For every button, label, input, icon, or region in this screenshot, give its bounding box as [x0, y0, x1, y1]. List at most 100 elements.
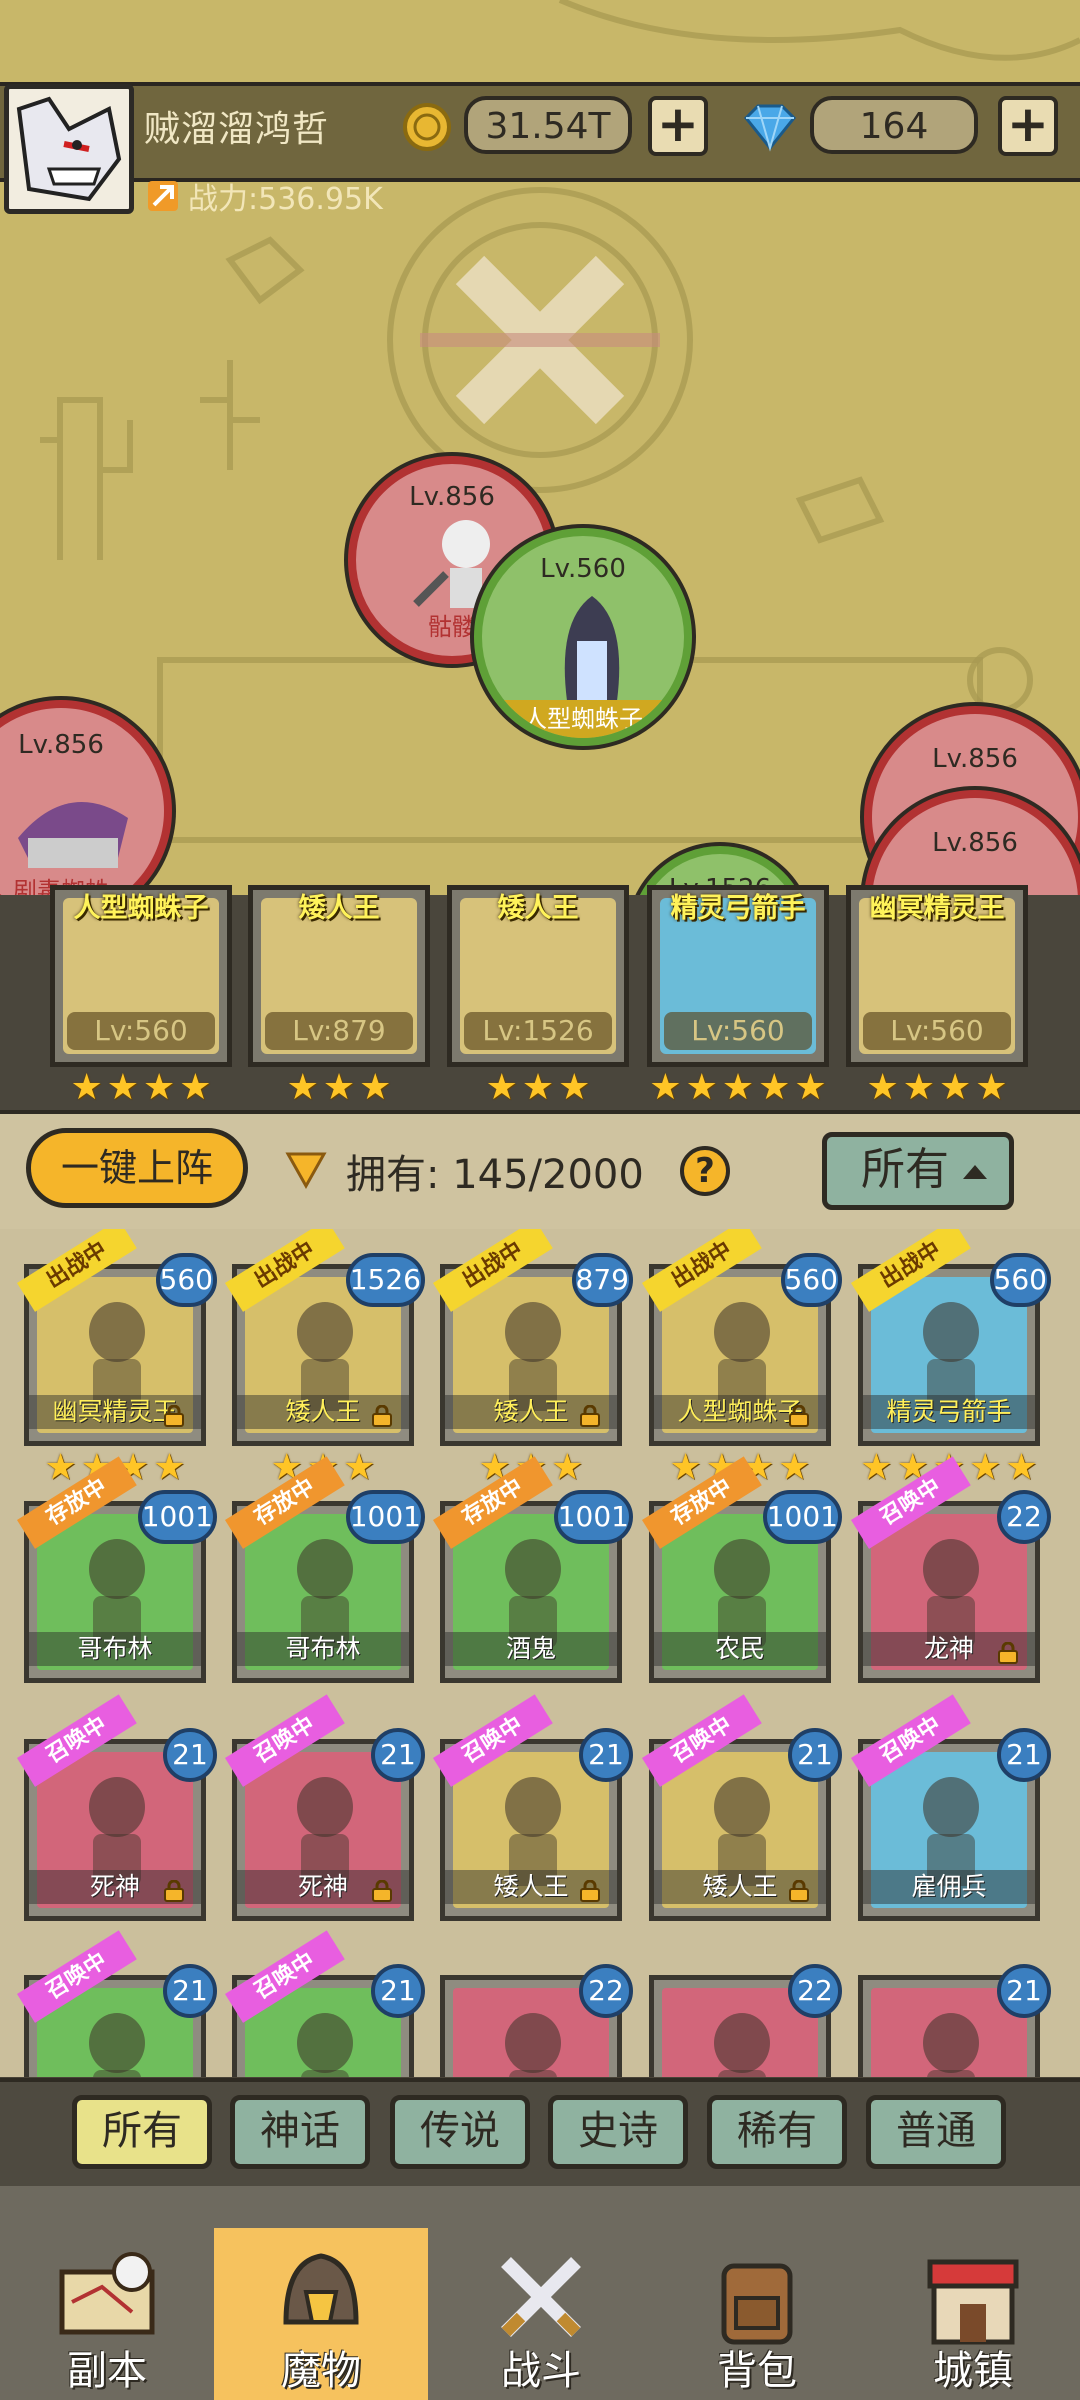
monster-card[interactable]: 出战中 560 人型蜘蛛子 — [642, 1229, 842, 1446]
monster-card[interactable]: 22 — [440, 1964, 633, 2077]
star-icon: ★ — [143, 1067, 176, 1108]
monster-card[interactable]: 召唤中 22 龙神 — [851, 1456, 1051, 1683]
team-slot[interactable]: 幽冥精灵王 Lv:560 — [846, 885, 1028, 1067]
rarity-tab-legendary[interactable]: 传说 — [390, 2095, 530, 2169]
crossed-swords-icon — [501, 2257, 581, 2337]
lock-icon[interactable] — [579, 1880, 601, 1902]
star-icon: ★ — [794, 1067, 827, 1108]
add-diamond-button[interactable]: + — [998, 96, 1058, 156]
lock-icon[interactable] — [788, 1880, 810, 1902]
star-icon: ★ — [70, 1067, 103, 1108]
star-icon: ★ — [866, 1067, 899, 1108]
star-icon: ★ — [975, 1067, 1008, 1108]
monster-card[interactable]: 出战中 560 精灵弓箭手 — [851, 1229, 1051, 1446]
monster-card[interactable]: 存放中 1001 哥布林 — [17, 1456, 217, 1683]
star-icon: ★ — [1005, 1447, 1038, 1488]
star-icon: ★ — [521, 1067, 555, 1108]
star-icon: ★ — [551, 1447, 584, 1488]
star-icon: ★ — [669, 1447, 702, 1488]
monster-card[interactable]: 出战中 1526 矮人王 — [225, 1229, 425, 1446]
wolf-avatar-icon — [16, 96, 122, 202]
owned-count: 拥有: 145/2000 — [346, 1152, 644, 1198]
chevron-up-icon — [963, 1165, 987, 1179]
player-name: 贼溜溜鸿哲 — [144, 109, 330, 150]
team-slot[interactable]: 精灵弓箭手 Lv:560 — [647, 885, 829, 1067]
monster-name: 酒鬼 — [445, 1632, 617, 1666]
star-icon: ★ — [721, 1067, 755, 1108]
team-slot[interactable]: 矮人王 Lv:879 — [248, 885, 430, 1067]
enemy-bubble-poison-spider[interactable]: Lv.856 剧毒蜘蛛 — [0, 700, 172, 905]
monster-card[interactable]: 召唤中 21 — [225, 1930, 425, 2077]
auto-deploy-button[interactable]: 一键上阵 — [26, 1128, 248, 1208]
star-icon: ★ — [558, 1067, 591, 1108]
team-slot-stars: ★ ★ ★ ★ — [846, 1070, 1028, 1106]
rarity-tab-rare[interactable]: 稀有 — [707, 2095, 847, 2169]
level-badge: 560 — [989, 1253, 1051, 1307]
monster-card[interactable]: 召唤中 21 雇佣兵 — [851, 1694, 1051, 1921]
power-value: 战力:536.95K — [188, 182, 383, 217]
team-slot[interactable]: 矮人王 Lv:1526 — [447, 885, 629, 1067]
arrow-down-icon — [285, 1152, 327, 1190]
monster-card[interactable]: 召唤中 21 — [17, 1930, 217, 2077]
level-badge: 1526 — [345, 1253, 425, 1307]
monster-card[interactable]: 21 — [858, 1964, 1051, 2077]
star-icon: ★ — [286, 1067, 319, 1108]
monster-card[interactable]: 召唤中 21 死神 — [17, 1694, 217, 1921]
lock-icon[interactable] — [163, 1880, 185, 1902]
lock-icon[interactable] — [579, 1405, 601, 1427]
star-icon: ★ — [44, 1447, 77, 1488]
lock-icon[interactable] — [371, 1880, 393, 1902]
level-badge: 1001 — [553, 1490, 633, 1544]
monster-card[interactable]: 出战中 560 幽冥精灵王 — [17, 1229, 217, 1446]
team-slot-stars: ★ ★ ★ ★ — [50, 1070, 232, 1106]
star-icon: ★ — [778, 1447, 811, 1488]
gold-coin-icon — [403, 103, 451, 151]
monster-card[interactable]: 22 — [649, 1964, 842, 2077]
level-badge: 1001 — [345, 1490, 425, 1544]
monster-name: 农民 — [654, 1632, 826, 1666]
monster-card[interactable]: 存放中 1001 酒鬼 — [433, 1456, 633, 1683]
star-icon: ★ — [758, 1067, 791, 1108]
nav-battle[interactable]: 战斗 — [434, 2228, 648, 2400]
help-icon[interactable]: ? — [680, 1146, 730, 1196]
monster-collection-grid[interactable]: 出战中560幽冥精灵王★★★★出战中1526矮人王★★★出战中879矮人王★★★… — [0, 1229, 1080, 2077]
team-slot[interactable]: 人型蜘蛛子 Lv:560 — [50, 885, 232, 1067]
star-icon: ★ — [179, 1067, 212, 1108]
level-badge: 21 — [997, 1728, 1051, 1782]
star-icon: ★ — [106, 1067, 139, 1108]
lock-icon[interactable] — [371, 1405, 393, 1427]
level-badge: 22 — [788, 1964, 842, 2018]
star-icon: ★ — [939, 1067, 972, 1108]
rarity-tab-common[interactable]: 普通 — [866, 2095, 1006, 2169]
lock-icon[interactable] — [997, 1642, 1019, 1664]
ally-bubble-spider-girl[interactable]: Lv.560 人型蜘蛛子 — [474, 528, 692, 746]
monster-card[interactable]: 存放中 1001 农民 — [642, 1456, 842, 1683]
lock-icon[interactable] — [788, 1405, 810, 1427]
level-badge: 1001 — [137, 1490, 217, 1544]
level-badge: 22 — [997, 1490, 1051, 1544]
rarity-tab-epic[interactable]: 史诗 — [548, 2095, 688, 2169]
player-avatar[interactable] — [4, 84, 134, 214]
nav-dungeon[interactable]: 副本 — [0, 2228, 214, 2400]
monster-card[interactable]: 召唤中 21 矮人王 — [433, 1694, 633, 1921]
nav-town[interactable]: 城镇 — [866, 2228, 1080, 2400]
monster-card[interactable]: 召唤中 21 死神 — [225, 1694, 425, 1921]
level-badge: 21 — [163, 1964, 217, 2018]
rarity-tab-all[interactable]: 所有 — [72, 2095, 212, 2169]
sort-filter-dropdown[interactable]: 所有 — [822, 1132, 1014, 1210]
monster-card[interactable]: 存放中 1001 哥布林 — [225, 1456, 425, 1683]
star-icon: ★ — [322, 1067, 356, 1108]
nav-monsters[interactable]: 魔物 — [214, 2228, 428, 2400]
lock-icon[interactable] — [163, 1405, 185, 1427]
level-badge: 22 — [579, 1964, 633, 2018]
diamond-icon — [743, 104, 797, 152]
level-badge: 21 — [579, 1728, 633, 1782]
monster-card[interactable]: 出战中 879 矮人王 — [433, 1229, 633, 1446]
monster-card[interactable]: 召唤中 21 矮人王 — [642, 1694, 842, 1921]
monster-name: 雇佣兵 — [863, 1870, 1035, 1904]
filter-label: 所有 — [861, 1144, 949, 1195]
nav-backpack[interactable]: 背包 — [650, 2228, 864, 2400]
level-badge: 560 — [155, 1253, 217, 1307]
add-gold-button[interactable]: + — [648, 96, 708, 156]
rarity-tab-mythic[interactable]: 神话 — [230, 2095, 370, 2169]
